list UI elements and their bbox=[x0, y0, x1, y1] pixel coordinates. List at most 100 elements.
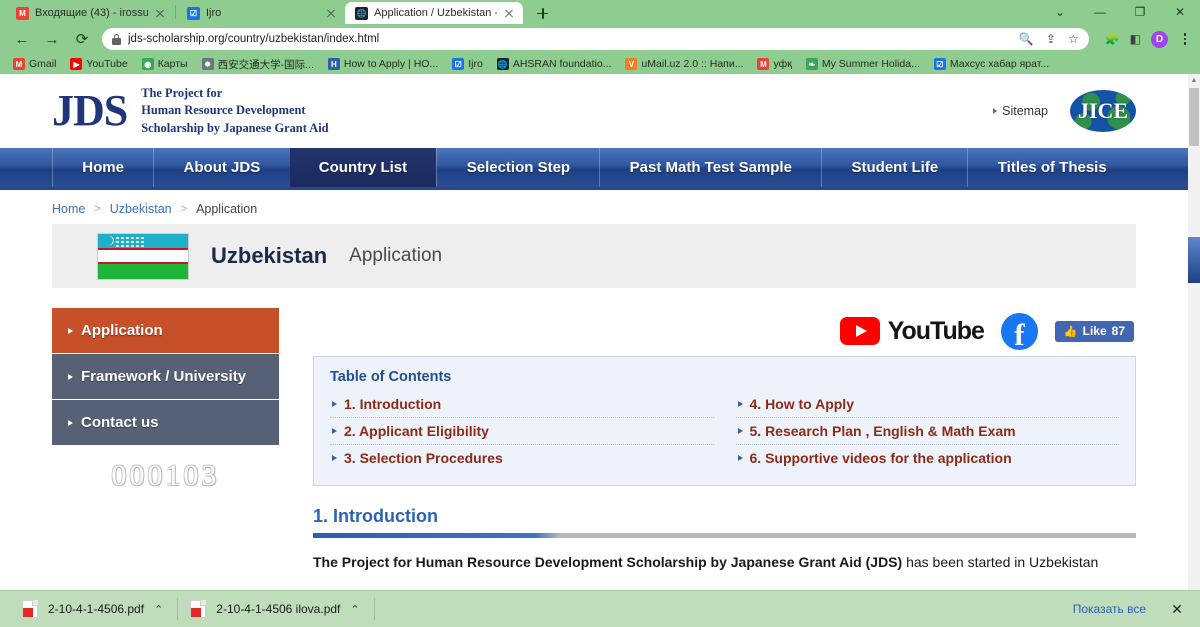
tab-search-chevron-icon[interactable]: ⌄ bbox=[1040, 0, 1080, 24]
side-panel-icon[interactable]: ◧ bbox=[1130, 33, 1141, 45]
bookmark-item[interactable]: VuMail.uz 2.0 :: Напи... bbox=[618, 58, 750, 70]
toc-item-3[interactable]: 3. Selection Procedures bbox=[330, 445, 714, 471]
maps-pin-icon: ◉ bbox=[141, 58, 154, 70]
scrollbar-nav-marker bbox=[1188, 237, 1200, 283]
nav-item-past-math-test-sample[interactable]: Past Math Test Sample bbox=[599, 148, 821, 187]
scroll-up-icon[interactable]: ▲ bbox=[1188, 74, 1200, 86]
toc-item-label: 5. Research Plan , English & Math Exam bbox=[749, 423, 1016, 439]
bookmark-item[interactable]: ❧ My Summer Holida... bbox=[799, 58, 927, 70]
close-window-icon[interactable]: ✕ bbox=[1160, 0, 1200, 24]
sidebar-item-label: Contact us bbox=[81, 414, 159, 431]
toc-item-2[interactable]: 2. Applicant Eligibility bbox=[330, 418, 714, 445]
bookmark-item[interactable]: ☑ Ijro bbox=[445, 58, 490, 70]
chevron-up-icon[interactable]: ⌃ bbox=[154, 603, 163, 616]
nav-item-selection-step[interactable]: Selection Step bbox=[436, 148, 599, 187]
sidebar-item-label: Application bbox=[81, 322, 163, 339]
chrome-menu-icon[interactable] bbox=[1178, 33, 1192, 45]
bookmark-label: YouTube bbox=[86, 58, 128, 70]
toc-item-label: 6. Supportive videos for the application bbox=[749, 450, 1012, 466]
chevron-up-icon[interactable]: ⌃ bbox=[350, 603, 359, 616]
nav-item-country-list[interactable]: Country List bbox=[289, 148, 437, 187]
globe-icon: 🌐 bbox=[496, 58, 509, 70]
bookmark-label: Ijro bbox=[468, 58, 483, 70]
address-bar[interactable]: jds-scholarship.org/country/uzbekistan/i… bbox=[102, 28, 1089, 50]
sidebar-item-application[interactable]: Application bbox=[52, 308, 279, 353]
section-underline bbox=[313, 533, 1136, 538]
download-item[interactable]: 2-10-4-1-4506.pdf ⌃ bbox=[10, 596, 177, 623]
caret-right-icon bbox=[737, 428, 743, 434]
toc-item-1[interactable]: 1. Introduction bbox=[330, 391, 714, 418]
bookmark-item[interactable]: ▶ YouTube bbox=[63, 58, 134, 70]
scrollbar-thumb[interactable] bbox=[1189, 88, 1199, 146]
zoom-search-icon[interactable]: 🔍 bbox=[1019, 33, 1034, 45]
bookmark-label: Gmail bbox=[29, 58, 57, 70]
forward-icon[interactable]: → bbox=[38, 26, 66, 52]
bookmark-item[interactable]: H How to Apply | HO... bbox=[321, 58, 445, 70]
tab-title: Входящие (43) - irossu1420@gm bbox=[35, 6, 148, 19]
breadcrumb-home[interactable]: Home bbox=[52, 202, 85, 216]
sidebar-item-contact-us[interactable]: Contact us bbox=[52, 400, 279, 445]
close-shelf-icon[interactable]: ✕ bbox=[1164, 601, 1190, 618]
pdf-file-icon bbox=[22, 600, 38, 618]
paragraph-bold-lead: The Project for Human Resource Developme… bbox=[313, 554, 903, 570]
checklist-icon: ☑ bbox=[933, 58, 946, 70]
bookmark-item[interactable]: ◉ Карты bbox=[135, 58, 195, 70]
page-scrollbar[interactable]: ▲ bbox=[1188, 74, 1200, 627]
jds-logo[interactable]: JDS The Project for Human Resource Devel… bbox=[52, 85, 329, 136]
nav-item-home[interactable]: Home bbox=[52, 148, 153, 187]
bookmark-item[interactable]: 🌐 AHSRAN foundatio... bbox=[490, 58, 619, 70]
close-icon[interactable] bbox=[325, 7, 337, 19]
reload-icon[interactable]: ⟳ bbox=[68, 26, 96, 52]
show-all-downloads-button[interactable]: Показать все bbox=[1061, 598, 1158, 620]
bookmark-item[interactable]: Mуфқ bbox=[750, 58, 798, 70]
nav-item-student-life[interactable]: Student Life bbox=[821, 148, 967, 187]
checklist-icon: ☑ bbox=[187, 6, 200, 20]
bookmark-label: Карты bbox=[157, 58, 188, 70]
toc-item-6[interactable]: 6. Supportive videos for the application bbox=[736, 445, 1120, 471]
share-icon[interactable]: ⇪ bbox=[1046, 33, 1056, 45]
web-page: JDS The Project for Human Resource Devel… bbox=[0, 74, 1188, 627]
toc-item-5[interactable]: 5. Research Plan , English & Math Exam bbox=[735, 418, 1119, 445]
youtube-link[interactable]: YouTube bbox=[839, 317, 985, 346]
tagline-line: Human Resource Development bbox=[141, 103, 306, 118]
sitemap-link[interactable]: Sitemap bbox=[993, 104, 1048, 118]
bookmark-star-icon[interactable]: ☆ bbox=[1068, 33, 1079, 45]
profile-avatar[interactable]: D bbox=[1151, 30, 1168, 48]
bookmark-item[interactable]: ☑ Махсус хабар ярат... bbox=[927, 58, 1056, 70]
maximize-icon[interactable]: ❐ bbox=[1120, 0, 1160, 24]
table-of-contents: Table of Contents 1. Introduction 2. App… bbox=[313, 356, 1136, 486]
breadcrumb-uzbekistan[interactable]: Uzbekistan bbox=[110, 202, 172, 216]
jds-wordmark: JDS bbox=[52, 85, 128, 135]
section-title: 1. Introduction bbox=[313, 506, 438, 526]
bookmark-item[interactable]: ✸ 西安交通大学-国际... bbox=[195, 57, 321, 72]
minimize-icon[interactable]: — bbox=[1080, 0, 1120, 24]
browser-tab-active[interactable]: 🌐 Application / Uzbekistan - JDS bbox=[345, 2, 523, 24]
gmail-icon: M bbox=[13, 58, 25, 70]
jice-logo[interactable]: JICE bbox=[1070, 90, 1136, 132]
bookmark-item[interactable]: M Gmail bbox=[6, 58, 63, 70]
close-icon[interactable] bbox=[154, 7, 166, 19]
nav-item-about-jds[interactable]: About JDS bbox=[153, 148, 289, 187]
tagline-line: Scholarship by Japanese Grant Aid bbox=[141, 120, 329, 135]
sidebar-item-framework-university[interactable]: Framework / University bbox=[52, 354, 279, 399]
tagline-line: The Project for bbox=[141, 86, 223, 101]
extensions-puzzle-icon[interactable]: 🧩 bbox=[1105, 33, 1120, 45]
download-filename: 2-10-4-1-4506.pdf bbox=[48, 602, 145, 616]
download-item[interactable]: 2-10-4-1-4506 ilova.pdf ⌃ bbox=[178, 596, 373, 623]
toc-title: Table of Contents bbox=[330, 369, 452, 385]
bookmark-label: 西安交通大学-国际... bbox=[217, 58, 314, 71]
tab-title: Application / Uzbekistan - JDS bbox=[374, 6, 497, 19]
section-heading: 1. Introduction bbox=[313, 506, 1136, 538]
tab-strip: M Входящие (43) - irossu1420@gm ☑ Ijro 🌐… bbox=[0, 0, 1200, 24]
browser-tab[interactable]: ☑ Ijro bbox=[177, 2, 345, 24]
facebook-like-button[interactable]: 👍 Like 87 bbox=[1054, 320, 1134, 342]
toc-item-4[interactable]: 4. How to Apply bbox=[735, 391, 1119, 418]
nav-item-titles-of-thesis[interactable]: Titles of Thesis bbox=[967, 148, 1136, 187]
new-tab-button[interactable] bbox=[529, 2, 555, 24]
toc-item-label: 3. Selection Procedures bbox=[344, 450, 503, 466]
browser-tab[interactable]: M Входящие (43) - irossu1420@gm bbox=[6, 2, 174, 24]
close-icon[interactable] bbox=[503, 7, 515, 19]
facebook-icon[interactable]: f bbox=[1000, 312, 1038, 350]
gmail-icon: M bbox=[16, 6, 29, 20]
back-icon[interactable]: ← bbox=[8, 26, 36, 52]
